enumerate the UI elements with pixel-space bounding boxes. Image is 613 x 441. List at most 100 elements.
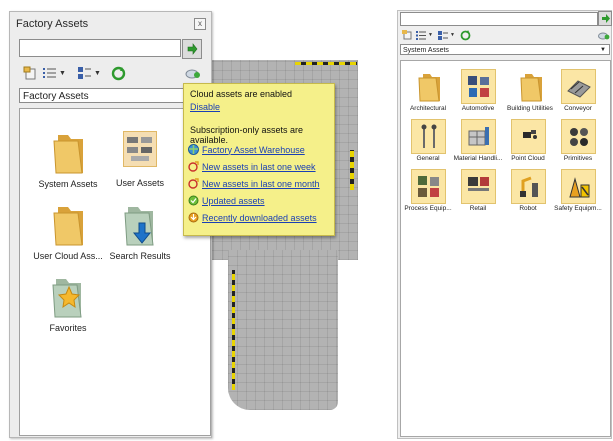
tile-label: Retail — [469, 205, 487, 212]
category-value: System Assets — [403, 47, 449, 54]
disable-link[interactable]: Disable — [190, 102, 220, 112]
link-label: New assets in last one month — [202, 178, 320, 189]
robot-icon — [519, 176, 538, 197]
hazard-stripe — [295, 62, 357, 65]
search-go-button[interactable] — [598, 11, 612, 26]
automotive-icon — [467, 75, 489, 97]
hazard-stripe — [232, 270, 235, 390]
list-view-button[interactable]: ▼ — [43, 65, 66, 81]
chevron-down-icon: ▼ — [94, 69, 101, 77]
tile-label: Automotive — [461, 105, 495, 112]
tile-robot[interactable] — [511, 169, 546, 204]
tile-primitives[interactable] — [561, 119, 596, 154]
tile-label: Primitives — [563, 155, 593, 162]
link-label: New assets in last one week — [202, 161, 316, 172]
material-handling-icon — [468, 126, 489, 145]
conveyor-icon — [566, 79, 591, 98]
refresh-icon — [111, 66, 126, 80]
user-assets-icon — [127, 137, 152, 161]
chevron-down-icon: ▼ — [428, 32, 433, 38]
tile-label: Architectural — [409, 105, 447, 112]
tile-label: General — [416, 155, 440, 162]
tile-label: Conveyor — [564, 105, 592, 112]
tile-general[interactable] — [411, 119, 446, 154]
link-new-assets-month[interactable]: New assets in last one month — [188, 178, 320, 189]
folder-favorites[interactable]: Favorites — [28, 275, 108, 333]
factory-assets-palette: Factory Assets x ▼ ▼ Factory Assets ▼ Sy… — [9, 11, 212, 438]
tile-label: Point Cloud — [511, 155, 545, 162]
link-factory-asset-warehouse[interactable]: Factory Asset Warehouse — [188, 144, 305, 155]
tile-point-cloud[interactable] — [511, 119, 546, 154]
tile-label: Robot — [519, 205, 537, 212]
thumbnail-view-icon — [78, 67, 91, 79]
folder-label: Favorites — [49, 323, 87, 333]
category-dropdown[interactable]: System Assets ▼ — [400, 44, 610, 55]
link-label: Recently downloaded assets — [202, 212, 317, 223]
folder-label: User Assets — [115, 178, 164, 188]
folder-user-cloud-assets[interactable]: User Cloud Ass... — [28, 203, 108, 261]
refresh-button[interactable] — [111, 65, 126, 81]
cloud-assets-popup: Cloud assets are enabled Disable Subscri… — [183, 83, 335, 236]
search-input[interactable] — [400, 12, 598, 26]
tile-safety-equipment[interactable] — [561, 169, 596, 204]
cloud-status-button[interactable] — [185, 65, 201, 81]
chevron-down-icon: ▼ — [600, 47, 606, 53]
cloud-status-text: Cloud assets are enabled — [190, 89, 293, 99]
cloud-icon — [598, 32, 610, 39]
folder-label: System Assets — [38, 179, 98, 189]
thumbnail-view-button[interactable]: ▼ — [438, 29, 455, 41]
new-assets-icon — [188, 161, 199, 172]
process-equipment-icon — [417, 175, 439, 197]
favorites-icon — [52, 279, 82, 318]
add-asset-button[interactable] — [402, 29, 412, 41]
download-icon — [188, 212, 199, 223]
safety-equipment-icon — [568, 176, 589, 197]
general-icon — [421, 124, 436, 148]
tile-process-equipment[interactable] — [411, 169, 446, 204]
tile-label: Building Utilities — [507, 105, 553, 112]
tile-building-utilities[interactable] — [513, 69, 548, 104]
category-dropdown[interactable]: Factory Assets ▼ — [19, 88, 209, 103]
cloud-status-button[interactable] — [598, 29, 610, 41]
selection-highlight — [123, 131, 157, 167]
tile-conveyor[interactable] — [561, 69, 596, 104]
folder-search-results[interactable]: Search Results — [100, 203, 180, 261]
link-new-assets-week[interactable]: New assets in last one week — [188, 161, 316, 172]
list-view-button[interactable]: ▼ — [416, 29, 433, 41]
link-recently-downloaded[interactable]: Recently downloaded assets — [188, 212, 317, 223]
list-view-icon — [43, 68, 56, 78]
arrow-right-icon — [187, 43, 198, 55]
folder-user-assets[interactable]: User Assets — [100, 131, 180, 188]
subscription-note: Subscription-only assets are available. — [190, 125, 304, 145]
tile-architectural[interactable] — [411, 69, 446, 104]
tile-automotive[interactable] — [461, 69, 496, 104]
add-asset-button[interactable] — [23, 65, 37, 81]
new-assets-icon — [188, 178, 199, 189]
close-button[interactable]: x — [194, 18, 206, 30]
updated-assets-icon — [188, 195, 199, 206]
tile-label: Process Equip... — [404, 205, 452, 212]
chevron-down-icon: ▼ — [450, 32, 455, 38]
hazard-stripe — [350, 150, 354, 190]
tile-retail[interactable] — [461, 169, 496, 204]
folder-system-assets[interactable]: System Assets — [28, 131, 108, 189]
globe-icon — [188, 144, 199, 155]
add-asset-icon — [402, 30, 412, 40]
refresh-icon — [460, 29, 471, 40]
chevron-down-icon: ▼ — [59, 69, 66, 77]
refresh-button[interactable] — [460, 29, 471, 41]
add-asset-icon — [23, 66, 36, 80]
palette-title: Factory Assets — [16, 18, 89, 30]
search-go-button[interactable] — [182, 39, 202, 59]
link-label: Updated assets — [202, 195, 265, 206]
link-updated-assets[interactable]: Updated assets — [188, 195, 265, 206]
search-input[interactable] — [19, 39, 181, 57]
point-cloud-icon — [522, 129, 537, 139]
tile-label: Safety Equipm... — [554, 205, 602, 212]
thumbnail-view-button[interactable]: ▼ — [78, 65, 101, 81]
factory-floor-background-lower — [228, 250, 338, 410]
system-assets-palette: ▼ ▼ System Assets ▼ Architectural Automo… — [397, 10, 612, 439]
system-asset-grid: Architectural Automotive Building Utilit… — [400, 60, 611, 437]
folder-label: Search Results — [109, 251, 171, 261]
tile-material-handling[interactable] — [461, 119, 496, 154]
